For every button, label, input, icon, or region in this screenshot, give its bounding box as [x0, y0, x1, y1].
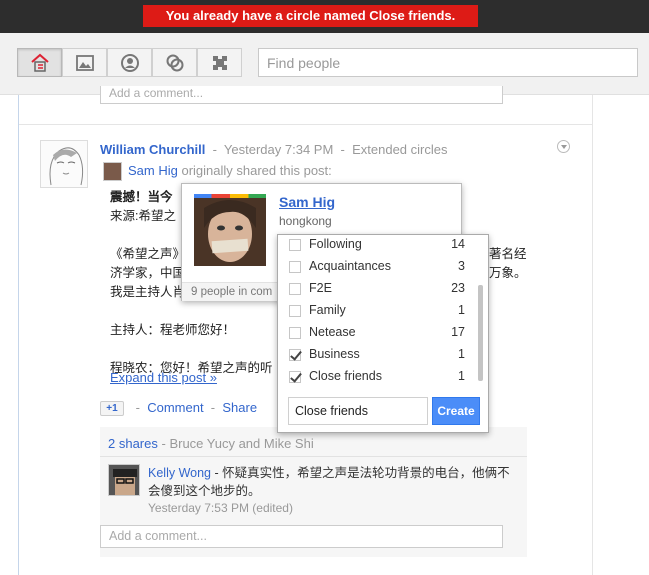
- shared-text: originally shared this post:: [181, 162, 332, 178]
- stream-border-right: [592, 95, 593, 575]
- comment-divider: [100, 456, 527, 457]
- circle-option-acquaintances[interactable]: Acquaintances 3: [278, 256, 473, 278]
- circle-label: F2E: [309, 281, 332, 295]
- games-icon: [213, 56, 227, 70]
- circle-label: Following: [309, 237, 362, 251]
- create-circle-button[interactable]: Create: [432, 397, 480, 425]
- profile-icon: [121, 54, 139, 72]
- circle-label: Netease: [309, 325, 356, 339]
- hovercard-location: hongkong: [279, 214, 332, 228]
- post-header: William Churchill - Yesterday 7:34 PM - …: [100, 142, 448, 157]
- nav-profile-button[interactable]: [107, 48, 152, 77]
- plus-one-button[interactable]: +1: [100, 401, 124, 417]
- circle-option-close-friends[interactable]: Close friends 1: [278, 366, 473, 388]
- comment-body: Kelly Wong - 怀疑真实性，希望之声是法轮功背景的电台，他俩不会傻到这…: [148, 464, 518, 500]
- circles-scrollbar-thumb[interactable]: [478, 285, 483, 381]
- nav-photos-button[interactable]: [62, 48, 107, 77]
- post-divider: [19, 124, 592, 125]
- post-body-fragment: 万象。: [489, 266, 527, 280]
- comment-timestamp[interactable]: Yesterday 7:53 PM (edited): [148, 501, 293, 515]
- add-to-circles-menu: Following 14 Acquaintances 3 F2E 23 Fami…: [277, 234, 489, 433]
- original-share-line: Sam Hig originally shared this post:: [103, 162, 332, 181]
- circle-option-following[interactable]: Following 14: [278, 235, 473, 256]
- checkbox[interactable]: [289, 327, 301, 339]
- error-banner: You already have a circle named Close fr…: [143, 5, 478, 27]
- circle-label: Acquaintances: [309, 259, 392, 273]
- checkbox[interactable]: [289, 239, 301, 251]
- visibility-link[interactable]: Extended circles: [352, 142, 447, 157]
- circle-count: 1: [458, 369, 465, 383]
- stream-border-left: [18, 95, 19, 575]
- expand-post-link[interactable]: Expand this post »: [110, 370, 217, 385]
- hovercard-photo[interactable]: [194, 194, 266, 266]
- checkbox-checked[interactable]: [289, 371, 301, 383]
- circle-label: Family: [309, 303, 346, 317]
- circle-option-family[interactable]: Family 1: [278, 300, 473, 322]
- post-time-link[interactable]: Yesterday 7:34 PM: [224, 142, 333, 157]
- separator: -: [210, 400, 216, 415]
- separator: -: [212, 142, 217, 157]
- commenter-photo-image: [109, 465, 139, 495]
- separator: -: [340, 142, 345, 157]
- circle-count: 1: [458, 303, 465, 317]
- author-name-link[interactable]: William Churchill: [100, 142, 205, 157]
- sharer-avatar[interactable]: [103, 162, 122, 181]
- add-comment-field-previous[interactable]: Add a comment...: [100, 86, 503, 104]
- add-comment-field[interactable]: Add a comment...: [100, 525, 503, 548]
- circle-option-netease[interactable]: Netease 17: [278, 322, 473, 344]
- commenter-name-link[interactable]: Kelly Wong: [148, 466, 211, 480]
- checkbox[interactable]: [289, 283, 301, 295]
- circle-option-business[interactable]: Business 1: [278, 344, 473, 366]
- author-avatar[interactable]: [40, 140, 88, 188]
- circle-option-f2e[interactable]: F2E 23: [278, 278, 473, 300]
- circle-count: 14: [451, 237, 465, 251]
- profile-photo-image: [194, 198, 266, 266]
- home-icon: [31, 53, 49, 72]
- sharer-name-link[interactable]: Sam Hig: [128, 163, 178, 178]
- photos-icon: [76, 55, 94, 71]
- circle-count: 23: [451, 281, 465, 295]
- shares-by-text: - Bruce Yucy and Mike Shi: [161, 436, 314, 451]
- circle-label: Close friends: [309, 369, 382, 383]
- commenter-avatar[interactable]: [108, 464, 140, 496]
- new-circle-name-input[interactable]: [288, 397, 428, 425]
- sketch-portrait-image: [49, 147, 84, 186]
- hovercard-name-link[interactable]: Sam Hig: [279, 194, 335, 210]
- nav-circles-button[interactable]: [152, 48, 197, 77]
- post-body-fragment: 著名经: [489, 247, 527, 261]
- shares-line: 2 shares - Bruce Yucy and Mike Shi: [108, 436, 314, 451]
- post-actions: +1 - Comment - Share: [100, 400, 257, 417]
- circle-count: 3: [458, 259, 465, 273]
- find-people-input[interactable]: [258, 48, 638, 77]
- circle-count: 17: [451, 325, 465, 339]
- checkbox[interactable]: [289, 305, 301, 317]
- checkbox-checked[interactable]: [289, 349, 301, 361]
- circles-icon: [166, 54, 184, 72]
- checkbox[interactable]: [289, 261, 301, 273]
- circle-count: 1: [458, 347, 465, 361]
- nav-games-button[interactable]: [197, 48, 242, 77]
- share-link[interactable]: Share: [222, 400, 257, 415]
- top-bar: You already have a circle named Close fr…: [0, 0, 649, 33]
- circle-label: Business: [309, 347, 360, 361]
- nav-home-button[interactable]: [17, 48, 62, 77]
- post-menu-chevron-icon[interactable]: [557, 140, 570, 153]
- shares-count-link[interactable]: 2 shares: [108, 436, 158, 451]
- separator: -: [135, 400, 140, 415]
- comment-link[interactable]: Comment: [147, 400, 203, 415]
